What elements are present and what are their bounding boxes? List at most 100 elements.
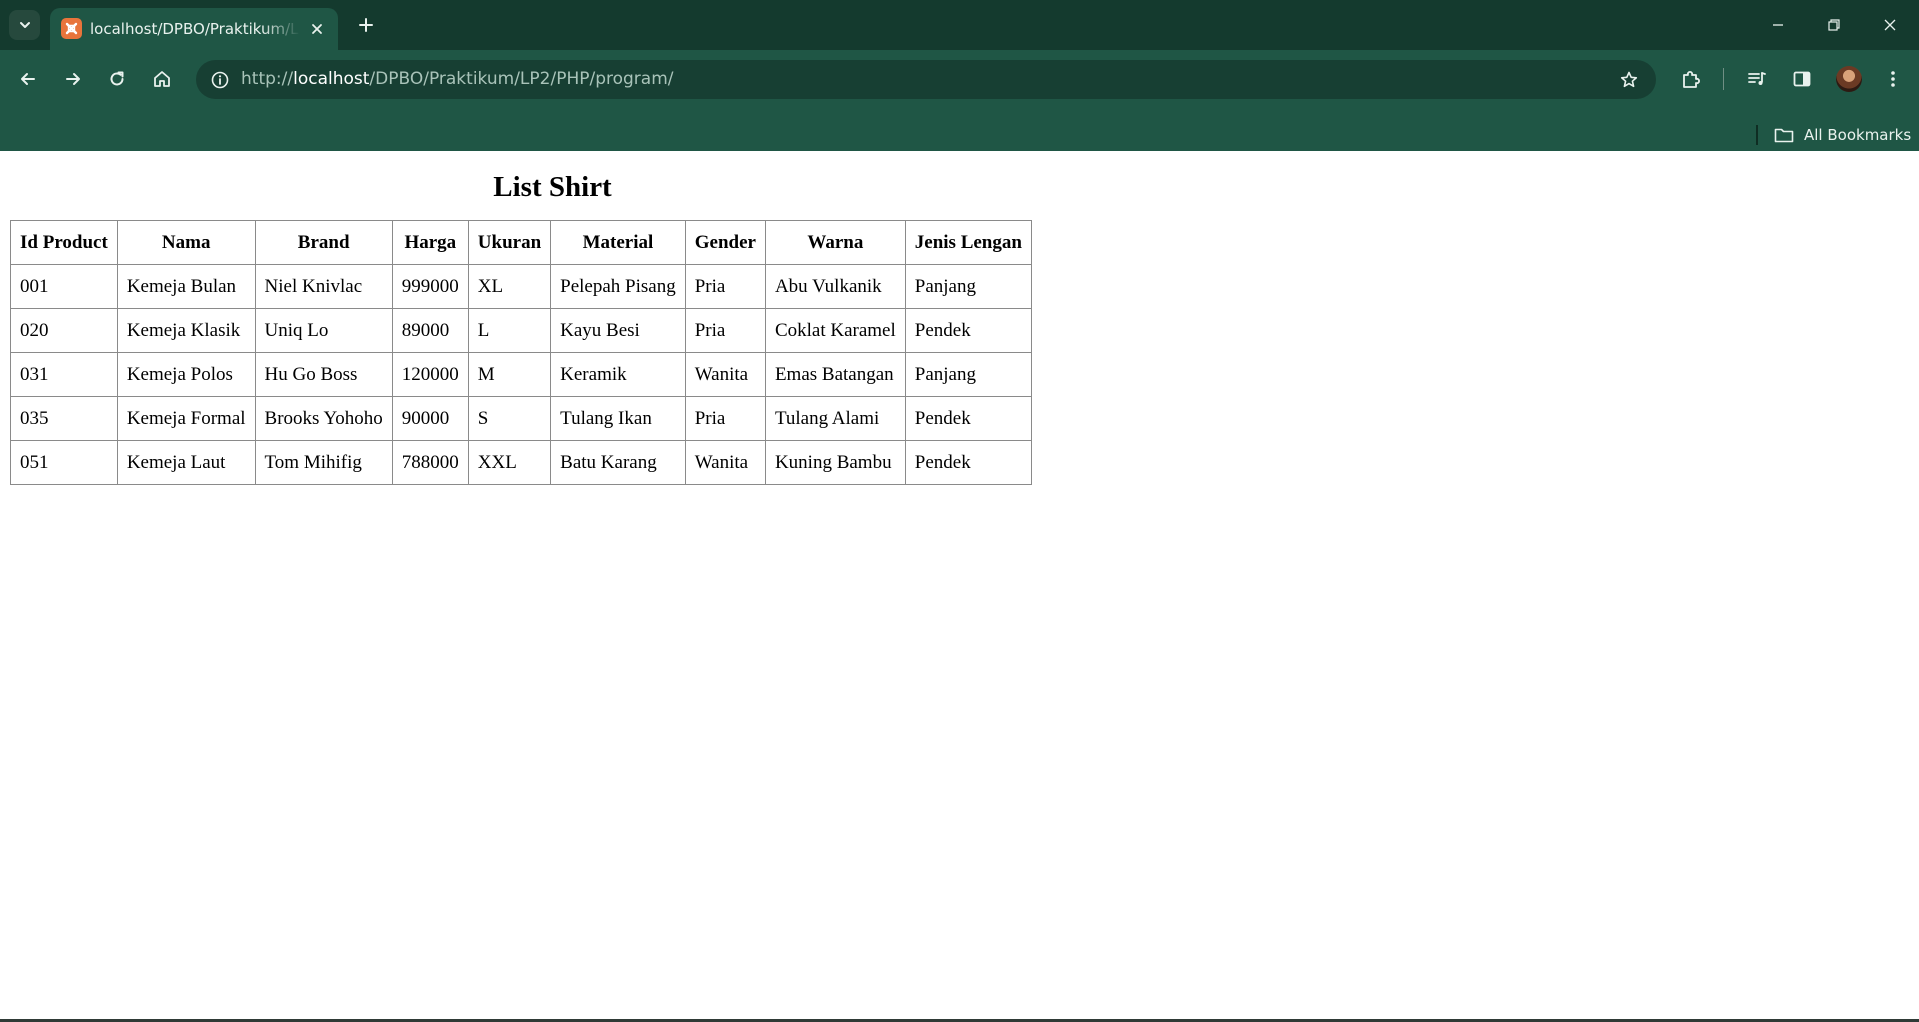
table-cell: S xyxy=(467,396,552,441)
all-bookmarks-label: All Bookmarks xyxy=(1804,126,1912,144)
home-icon xyxy=(154,71,170,87)
puzzle-icon xyxy=(1683,71,1700,88)
table-cell: 89000 xyxy=(391,308,469,353)
table-cell: Uniq Lo xyxy=(254,308,393,353)
toolbar-separator xyxy=(1723,68,1724,90)
browser-toolbar: http://localhost/DPBO/Praktikum/LP2/PHP/… xyxy=(0,50,1919,158)
table-cell: Keramik xyxy=(550,352,686,397)
profile-avatar[interactable] xyxy=(1836,66,1862,92)
column-header: Nama xyxy=(116,220,256,265)
forward-button[interactable] xyxy=(56,62,90,96)
column-header: Gender xyxy=(684,220,766,265)
close-window-button[interactable] xyxy=(1862,0,1918,50)
page-content: List Shirt Id Product Nama Brand Harga Ukura… xyxy=(0,151,1919,1019)
new-tab-button[interactable] xyxy=(353,12,379,38)
column-header: Harga xyxy=(391,220,469,265)
table-cell: 031 xyxy=(10,352,118,397)
table-cell: Pria xyxy=(684,396,766,441)
side-panel-button[interactable] xyxy=(1785,62,1819,96)
minimize-icon xyxy=(1773,24,1783,26)
table-cell: Pendek xyxy=(904,440,1032,485)
table-cell: 001 xyxy=(10,264,118,309)
table-cell: Panjang xyxy=(904,352,1032,397)
shirt-table: Id Product Nama Brand Harga Ukuran Material Ge… xyxy=(10,220,1032,485)
table-cell: Pria xyxy=(684,308,766,353)
browser-tabstrip: localhost/DPBO/Praktikum/LP2/PHP/program… xyxy=(0,0,1919,50)
more-vertical-icon xyxy=(1891,71,1895,87)
active-tab[interactable]: localhost/DPBO/Praktikum/LP2/PHP/program… xyxy=(50,8,338,50)
info-icon xyxy=(211,71,228,88)
site-info-button[interactable] xyxy=(204,64,235,95)
table-cell: Brooks Yohoho xyxy=(254,396,393,441)
table-cell: Batu Karang xyxy=(550,440,686,485)
table-cell: 788000 xyxy=(391,440,469,485)
table-cell: 051 xyxy=(10,440,118,485)
table-cell: Kuning Bambu xyxy=(764,440,906,485)
table-cell: Tom Mihifig xyxy=(254,440,393,485)
table-cell: Abu Vulkanik xyxy=(764,264,906,309)
close-icon xyxy=(312,24,322,34)
folder-icon xyxy=(1774,128,1794,143)
table-cell: Wanita xyxy=(684,352,766,397)
column-header: Ukuran xyxy=(467,220,552,265)
arrow-right-icon xyxy=(66,73,80,85)
column-header: Id Product xyxy=(10,220,118,265)
table-cell: Kemeja Formal xyxy=(116,396,256,441)
tab-search-button[interactable] xyxy=(9,10,40,40)
table-cell: Kemeja Polos xyxy=(116,352,256,397)
table-cell: Tulang Ikan xyxy=(550,396,686,441)
arrow-left-icon xyxy=(21,73,35,85)
table-cell: Pelepah Pisang xyxy=(550,264,686,309)
table-cell: XXL xyxy=(467,440,552,485)
url-host: localhost xyxy=(293,69,370,89)
chevron-down-icon xyxy=(19,22,30,28)
table-cell: Kayu Besi xyxy=(550,308,686,353)
table-row: 035 Kemeja Formal Brooks Yohoho 90000 S Tulan… xyxy=(10,396,1032,441)
table-header-row: Id Product Nama Brand Harga Ukuran Material Ge… xyxy=(10,220,1032,265)
url-path: /DPBO/Praktikum/LP2/PHP/program/ xyxy=(369,69,674,89)
table-row: 031 Kemeja Polos Hu Go Boss 120000 M Keramik W… xyxy=(10,352,1032,397)
table-cell: Kemeja Laut xyxy=(116,440,256,485)
table-cell: 035 xyxy=(10,396,118,441)
xampp-favicon-icon xyxy=(61,18,82,39)
url-text: http://localhost/DPBO/Praktikum/LP2/PHP/… xyxy=(241,60,674,99)
table-cell: Kemeja Bulan xyxy=(116,264,256,309)
tab-title: localhost/DPBO/Praktikum/LP2/PHP/program… xyxy=(90,20,300,38)
menu-button[interactable] xyxy=(1876,62,1910,96)
tab-close-button[interactable] xyxy=(307,19,327,39)
table-cell: Pendek xyxy=(904,396,1032,441)
table-cell: 90000 xyxy=(391,396,469,441)
table-cell: Coklat Karamel xyxy=(764,308,906,353)
extensions-button[interactable] xyxy=(1674,62,1708,96)
table-cell: Pendek xyxy=(904,308,1032,353)
table-row: 001 Kemeja Bulan Niel Knivlac 999000 XL Pelep… xyxy=(10,264,1032,309)
table-cell: Kemeja Klasik xyxy=(116,308,256,353)
reload-button[interactable] xyxy=(100,62,134,96)
table-body: 001 Kemeja Bulan Niel Knivlac 999000 XL Pelep… xyxy=(10,264,1032,485)
address-bar[interactable]: http://localhost/DPBO/Praktikum/LP2/PHP/… xyxy=(196,60,1656,99)
bookmark-star-button[interactable] xyxy=(1613,64,1644,95)
table-row: 051 Kemeja Laut Tom Mihifig 788000 XXL Batu K… xyxy=(10,440,1032,485)
bookmarks-separator xyxy=(1756,125,1758,145)
table-cell: Pria xyxy=(684,264,766,309)
url-scheme: http:// xyxy=(241,69,294,89)
back-button[interactable] xyxy=(11,62,45,96)
table-cell: Niel Knivlac xyxy=(254,264,393,309)
column-header: Jenis Lengan xyxy=(904,220,1032,265)
table-cell: Panjang xyxy=(904,264,1032,309)
table-cell: XL xyxy=(467,264,552,309)
home-button[interactable] xyxy=(145,62,179,96)
minimize-button[interactable] xyxy=(1750,0,1806,50)
table-cell: 999000 xyxy=(391,264,469,309)
media-controls-button[interactable] xyxy=(1740,62,1774,96)
side-panel-icon xyxy=(1793,71,1811,87)
table-row: 020 Kemeja Klasik Uniq Lo 89000 L Kayu Besi Pr… xyxy=(10,308,1032,353)
table-cell: L xyxy=(467,308,552,353)
column-header: Material xyxy=(550,220,686,265)
table-cell: Hu Go Boss xyxy=(254,352,393,397)
page-title: List Shirt xyxy=(493,171,612,203)
close-icon xyxy=(1884,19,1896,31)
table-cell: Emas Batangan xyxy=(764,352,906,397)
all-bookmarks-button[interactable]: All Bookmarks xyxy=(1774,119,1911,151)
restore-button[interactable] xyxy=(1806,0,1862,50)
